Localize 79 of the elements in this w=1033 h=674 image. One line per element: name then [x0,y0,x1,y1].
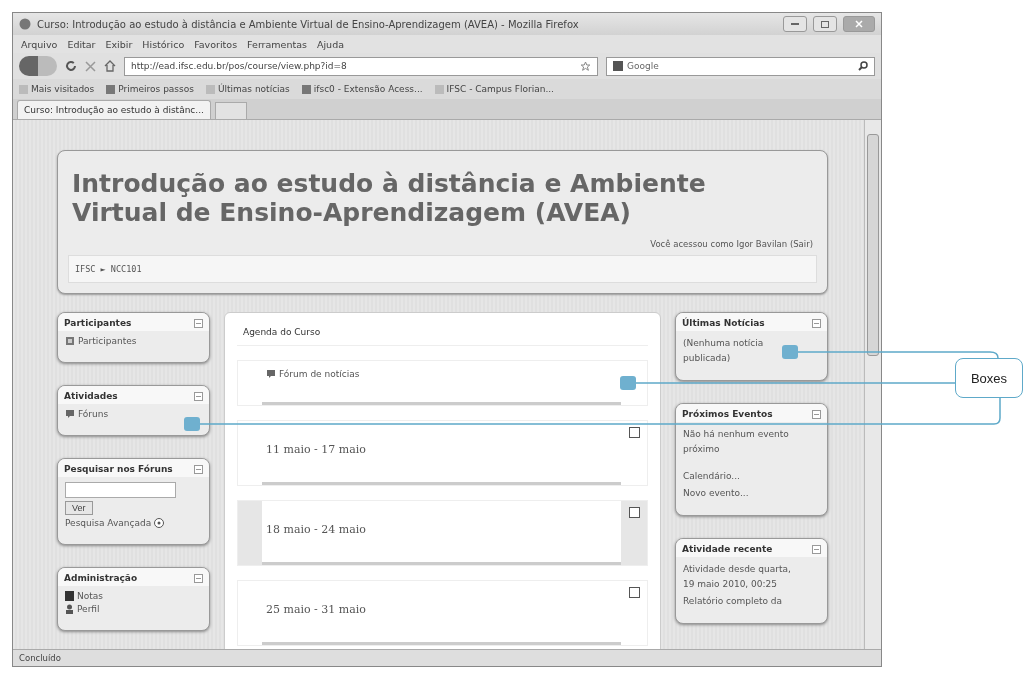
block-link[interactable]: Participantes [78,336,137,346]
search-engine-icon [613,61,623,71]
menu-item[interactable]: Favoritos [194,38,238,50]
search-engine-field[interactable]: Google [606,56,875,76]
block-title: Últimas Notícias [682,318,765,328]
week-title: 18 maio - 24 maio [266,522,366,536]
block-title: Atividade recente [682,544,773,554]
forum-icon [65,409,75,419]
search-field[interactable] [65,482,176,498]
block-link[interactable]: Fóruns [78,409,109,419]
go-button[interactable]: Ver [65,501,93,515]
close-icon [855,20,863,28]
block-link[interactable]: Perfil [77,604,100,614]
block-title: Pesquisar nos Fóruns [64,464,173,474]
block-text: Novo evento... [683,487,750,500]
maximize-button[interactable] [813,16,837,32]
grades-icon [65,591,74,601]
highlight-toggle[interactable] [628,507,640,518]
callout-label: Boxes [955,358,1023,398]
block-title: Próximos Eventos [682,409,773,419]
bookmark[interactable]: IFSC - Campus Florian... [434,84,554,94]
forum-icon [266,369,276,379]
collapse-icon[interactable] [812,544,821,554]
browser-tab[interactable]: Curso: Introdução ao estudo à distânc... [17,100,211,119]
course-title: Introdução ao estudo à distância e Ambiente Virtual de Ensino-Aprendizagem (AVEA) [72,169,707,227]
breadcrumb[interactable]: IFSC ► NCC101 [68,255,817,283]
new-tab-button[interactable] [214,102,247,119]
block-text: Atividade desde quarta, 19 maio 2010, 00:25 [683,563,792,591]
bookmark[interactable]: Últimas notícias [205,84,290,94]
week-title: 25 maio - 31 maio [266,602,366,616]
week-title: 11 maio - 17 maio [266,442,366,456]
collapse-icon[interactable] [812,318,821,328]
menu-item[interactable]: Exibir [105,38,133,50]
page-icon [434,84,444,94]
block-text: Calendário... [683,470,741,483]
collapse-icon[interactable] [194,318,203,328]
block-title: Administração [64,573,138,583]
highlight-toggle[interactable] [628,587,640,598]
back-forward-button[interactable] [19,56,57,76]
reload-icon[interactable] [65,60,77,72]
highlight-toggle[interactable] [628,427,640,438]
home-icon[interactable] [104,60,116,72]
block-link[interactable]: Notas [77,591,103,601]
collapse-icon[interactable] [194,573,203,583]
search-icon[interactable] [858,61,868,71]
collapse-icon[interactable] [194,464,203,474]
menu-item[interactable]: Ferramentas [247,38,307,50]
window-title: Curso: Introdução ao estudo à distância e Ambiente Virtual de Ensino-Aprendizagem (AVEA) - Mozilla Firefox [37,18,580,30]
menu-item[interactable]: Editar [67,38,96,50]
block-text: Relatório completo da [683,595,784,608]
scrollbar[interactable] [864,120,881,649]
address-field[interactable]: http://ead.ifsc.edu.br/pos/course/view.php?id=8 [124,56,598,76]
block-title: Atividades [64,391,118,401]
block-text: (Nenhuma notícia publicada) [683,337,765,365]
minimize-button[interactable] [783,16,807,32]
collapse-icon[interactable] [812,409,821,419]
bookmark[interactable]: ifsc0 - Extensão Acess... [301,84,423,94]
forum-link[interactable]: Fórum de notícias [279,369,360,379]
stop-icon[interactable] [85,60,96,72]
menu-item[interactable]: Histórico [142,38,185,50]
collapse-icon[interactable] [194,391,203,401]
agenda-title: Agenda do Curso [237,321,648,346]
people-icon [65,336,75,346]
login-info: Você acessou como Igor Bavilan (Sair) [650,239,813,249]
page-icon [106,84,116,94]
minimize-icon [791,23,799,25]
bookmark[interactable]: Mais visitados [19,84,95,94]
bookmark[interactable]: Primeiros passos [106,84,194,94]
menu-item[interactable]: Arquivo [21,38,58,50]
block-text: Não há nenhum evento próximo [683,428,790,456]
maximize-icon [821,20,829,28]
profile-icon [65,604,74,614]
menu-item[interactable]: Ajuda [316,38,344,50]
star-icon[interactable] [580,60,591,72]
browser-logo-icon [19,18,31,30]
help-icon[interactable] [154,518,165,528]
block-title: Participantes [64,318,132,328]
advanced-search-link[interactable]: Pesquisa Avançada [65,518,152,528]
close-button[interactable] [843,16,875,32]
